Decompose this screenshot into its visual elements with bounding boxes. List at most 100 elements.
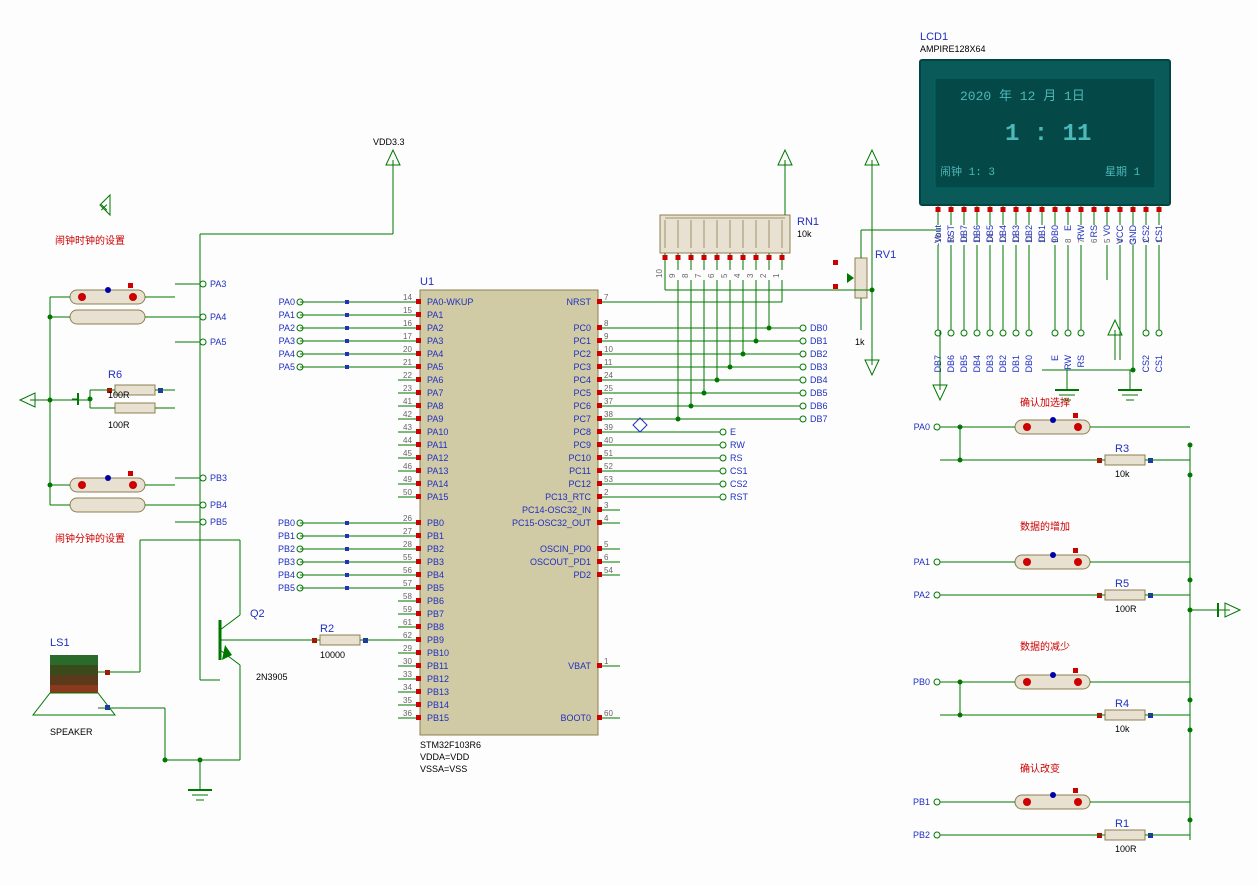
svg-text:DB6: DB6 xyxy=(810,401,828,411)
svg-text:30: 30 xyxy=(403,657,412,666)
svg-text:PA0: PA0 xyxy=(279,297,295,307)
svg-text:PB12: PB12 xyxy=(427,674,449,684)
svg-text:PB5: PB5 xyxy=(278,583,295,593)
svg-text:PA2: PA2 xyxy=(427,323,443,333)
svg-text:PA11: PA11 xyxy=(427,440,448,450)
svg-text:5: 5 xyxy=(604,540,609,549)
svg-text:PA9: PA9 xyxy=(427,414,443,424)
svg-text:DB5: DB5 xyxy=(985,225,995,243)
svg-text:PB1: PB1 xyxy=(278,531,295,541)
svg-text:PB1: PB1 xyxy=(427,531,444,541)
svg-text:26: 26 xyxy=(403,514,412,523)
svg-text:PB0: PB0 xyxy=(427,518,444,528)
svg-text:PC0: PC0 xyxy=(573,323,591,333)
svg-text:15: 15 xyxy=(403,306,412,315)
svg-text:46: 46 xyxy=(403,462,412,471)
svg-text:3: 3 xyxy=(746,273,755,278)
svg-text:PA1: PA1 xyxy=(279,310,295,320)
u1-value: STM32F103R6 xyxy=(420,740,481,750)
svg-text:PB3: PB3 xyxy=(427,557,444,567)
svg-text:9: 9 xyxy=(668,273,677,278)
svg-text:17: 17 xyxy=(403,332,412,341)
svg-text:PB5: PB5 xyxy=(427,583,444,593)
q2-value: 2N3905 xyxy=(256,672,288,682)
svg-text:PC6: PC6 xyxy=(573,401,591,411)
svg-text:R1: R1 xyxy=(1115,818,1129,830)
svg-text:45: 45 xyxy=(403,449,412,458)
svg-text:28: 28 xyxy=(403,540,412,549)
svg-text:10: 10 xyxy=(604,345,613,354)
svg-text:PA1: PA1 xyxy=(914,557,930,567)
svg-text:6: 6 xyxy=(1090,238,1099,243)
r2-ref: R2 xyxy=(320,623,334,635)
svg-text:PA12: PA12 xyxy=(427,453,448,463)
svg-text:4: 4 xyxy=(733,273,742,278)
svg-text:2: 2 xyxy=(604,488,609,497)
svg-text:PB13: PB13 xyxy=(427,687,449,697)
svg-text:DB5: DB5 xyxy=(959,355,969,373)
svg-text:RW: RW xyxy=(730,440,745,450)
svg-text:PA13: PA13 xyxy=(427,466,448,476)
svg-text:V0: V0 xyxy=(1102,225,1112,236)
svg-text:PB2: PB2 xyxy=(913,830,930,840)
svg-text:37: 37 xyxy=(604,397,613,406)
svg-text:62: 62 xyxy=(403,631,412,640)
svg-text:DB1: DB1 xyxy=(1037,225,1047,243)
svg-text:100R: 100R xyxy=(1115,844,1137,854)
svg-text:PB10: PB10 xyxy=(427,648,449,658)
svg-text:OSCOUT_PD1: OSCOUT_PD1 xyxy=(530,557,591,567)
u1-vdda: VDDA=VDD xyxy=(420,752,470,762)
svg-text:PA0-WKUP: PA0-WKUP xyxy=(427,297,473,307)
svg-text:PC8: PC8 xyxy=(573,427,591,437)
svg-text:44: 44 xyxy=(403,436,412,445)
svg-text:61: 61 xyxy=(403,618,412,627)
svg-text:DB2: DB2 xyxy=(998,355,1008,373)
svg-text:10: 10 xyxy=(655,269,664,278)
svg-text:41: 41 xyxy=(403,397,412,406)
svg-text:54: 54 xyxy=(604,566,613,575)
svg-text:49: 49 xyxy=(403,475,412,484)
lcd-line1: 2020 年 12 月 1日 xyxy=(960,89,1085,104)
svg-text:PB2: PB2 xyxy=(278,544,295,554)
svg-text:PC3: PC3 xyxy=(573,362,591,372)
svg-text:1: 1 xyxy=(604,657,609,666)
svg-text:R5: R5 xyxy=(1115,578,1129,590)
q2-ref: Q2 xyxy=(250,608,265,620)
svg-text:DB7: DB7 xyxy=(959,225,969,243)
lcd-line3a: 闹钟 1: 3 xyxy=(940,164,995,179)
u1-ref: U1 xyxy=(420,276,434,288)
svg-text:PC4: PC4 xyxy=(573,375,591,385)
svg-text:DB4: DB4 xyxy=(998,225,1008,243)
svg-text:VBAT: VBAT xyxy=(568,661,591,671)
svg-text:PB14: PB14 xyxy=(427,700,449,710)
svg-text:DB0: DB0 xyxy=(1024,355,1034,373)
svg-text:DB7: DB7 xyxy=(933,355,943,373)
svg-text:PB5: PB5 xyxy=(210,517,227,527)
svg-text:CS2: CS2 xyxy=(1141,355,1151,373)
svg-text:DB2: DB2 xyxy=(810,349,828,359)
svg-text:PA5: PA5 xyxy=(279,362,295,372)
svg-text:PC10: PC10 xyxy=(568,453,591,463)
svg-text:PA4: PA4 xyxy=(279,349,295,359)
svg-text:PA14: PA14 xyxy=(427,479,448,489)
svg-text:RW: RW xyxy=(1076,225,1086,240)
svg-text:40: 40 xyxy=(604,436,613,445)
section-data-dec: 数据的减少 xyxy=(1020,640,1070,653)
svg-text:36: 36 xyxy=(403,709,412,718)
svg-text:100R: 100R xyxy=(1115,604,1137,614)
svg-text:PB7: PB7 xyxy=(427,609,444,619)
svg-text:PA7: PA7 xyxy=(427,388,443,398)
svg-text:PB1: PB1 xyxy=(913,797,930,807)
svg-text:8: 8 xyxy=(681,273,690,278)
svg-text:33: 33 xyxy=(403,670,412,679)
svg-text:PC14-OSC32_IN: PC14-OSC32_IN xyxy=(522,505,591,515)
svg-text:RS: RS xyxy=(1089,225,1099,238)
svg-text:10k: 10k xyxy=(1115,469,1130,479)
svg-text:PC12: PC12 xyxy=(568,479,591,489)
svg-text:5: 5 xyxy=(1103,238,1112,243)
svg-text:PB2: PB2 xyxy=(427,544,444,554)
svg-text:PB3: PB3 xyxy=(210,473,227,483)
svg-text:57: 57 xyxy=(403,579,412,588)
svg-text:DB4: DB4 xyxy=(810,375,828,385)
svg-text:R3: R3 xyxy=(1115,443,1129,455)
